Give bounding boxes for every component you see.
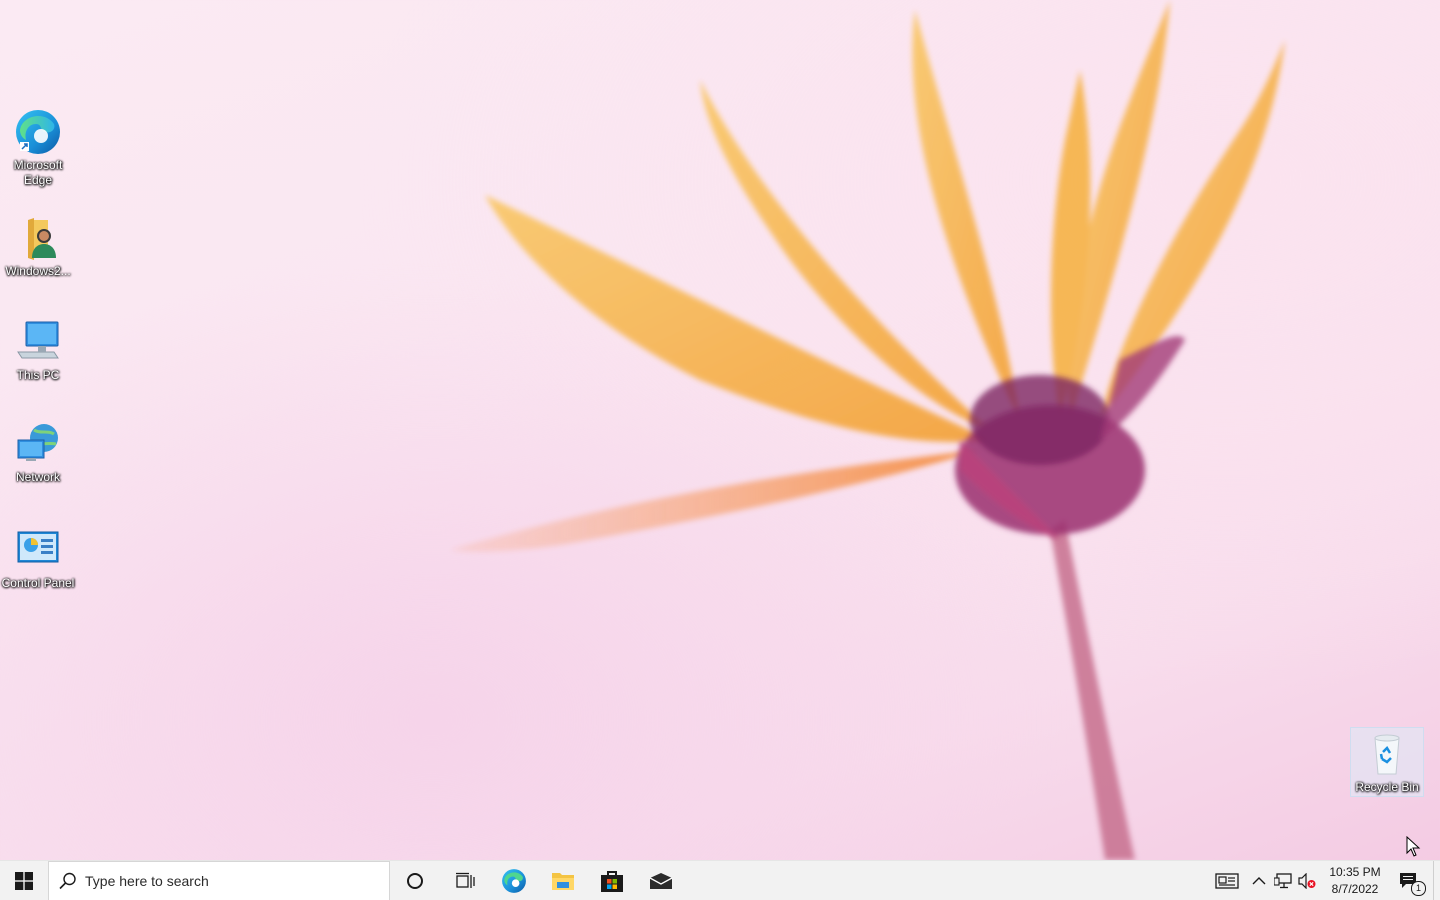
news-button[interactable] (1207, 861, 1247, 900)
desktop-icon-label: Control Panel (1, 576, 75, 590)
windows-logo-icon (15, 872, 33, 890)
desktop-icon-label: Windows2... (5, 264, 71, 278)
notification-count-badge: 1 (1411, 881, 1426, 896)
cortana-icon (407, 873, 423, 889)
task-view-button[interactable] (440, 861, 489, 900)
edge-icon (14, 108, 62, 156)
edge-icon (501, 869, 526, 893)
show-desktop-button[interactable] (1433, 861, 1440, 900)
news-icon (1215, 873, 1239, 889)
volume-muted-icon (1298, 873, 1316, 889)
taskbar-store-button[interactable] (587, 861, 636, 900)
user-folder-icon (14, 214, 62, 262)
taskbar-file-explorer-button[interactable] (538, 861, 587, 900)
taskbar: Type here to search 10:35 PM 8/7/2022 1 (0, 860, 1440, 900)
cortana-button[interactable] (390, 861, 440, 900)
network-status-button[interactable] (1271, 861, 1295, 900)
file-explorer-icon (551, 873, 574, 890)
taskbar-edge-button[interactable] (489, 861, 538, 900)
desktop-icon-network[interactable]: Network (0, 420, 76, 485)
store-icon (600, 871, 623, 892)
desktop-icon-user-folder[interactable]: Windows2... (0, 214, 76, 279)
control-panel-icon (14, 526, 62, 574)
task-view-icon (455, 872, 475, 888)
search-icon (59, 872, 76, 890)
desktop-icon-label: This PC (16, 368, 60, 382)
computer-icon (14, 318, 62, 366)
network-icon (14, 420, 62, 468)
desktop-icon-label: Network (15, 470, 60, 484)
desktop-icon-control-panel[interactable]: Control Panel (0, 526, 76, 591)
network-status-icon (1274, 873, 1292, 889)
clock-time: 10:35 PM (1329, 865, 1381, 879)
taskbar-mail-button[interactable] (636, 861, 685, 900)
desktop-icon-microsoft-edge[interactable]: Microsoft Edge (0, 108, 76, 188)
wallpaper-flower (450, 0, 1285, 860)
show-hidden-icons-button[interactable] (1247, 861, 1271, 900)
mail-icon (649, 873, 672, 889)
volume-button[interactable] (1295, 861, 1319, 900)
action-center-button[interactable]: 1 (1391, 861, 1427, 900)
system-tray: 10:35 PM 8/7/2022 1 (1207, 861, 1440, 900)
mouse-cursor-icon (1406, 836, 1421, 857)
clock-date: 8/7/2022 (1331, 882, 1379, 896)
search-placeholder: Type here to search (85, 873, 209, 889)
chevron-up-icon (1252, 877, 1266, 885)
desktop-icon-label: Microsoft Edge (13, 158, 63, 187)
search-box[interactable]: Type here to search (48, 861, 390, 900)
desktop-icon-label: Recycle Bin (1355, 780, 1419, 794)
clock[interactable]: 10:35 PM 8/7/2022 (1325, 864, 1385, 898)
desktop-icon-recycle-bin[interactable]: Recycle Bin (1350, 727, 1424, 797)
recycle-bin-icon (1363, 730, 1411, 778)
start-button[interactable] (0, 861, 48, 900)
desktop-icon-this-pc[interactable]: This PC (0, 318, 76, 383)
desktop[interactable]: Microsoft Edge Windows2... This PC Netwo… (0, 0, 1440, 860)
